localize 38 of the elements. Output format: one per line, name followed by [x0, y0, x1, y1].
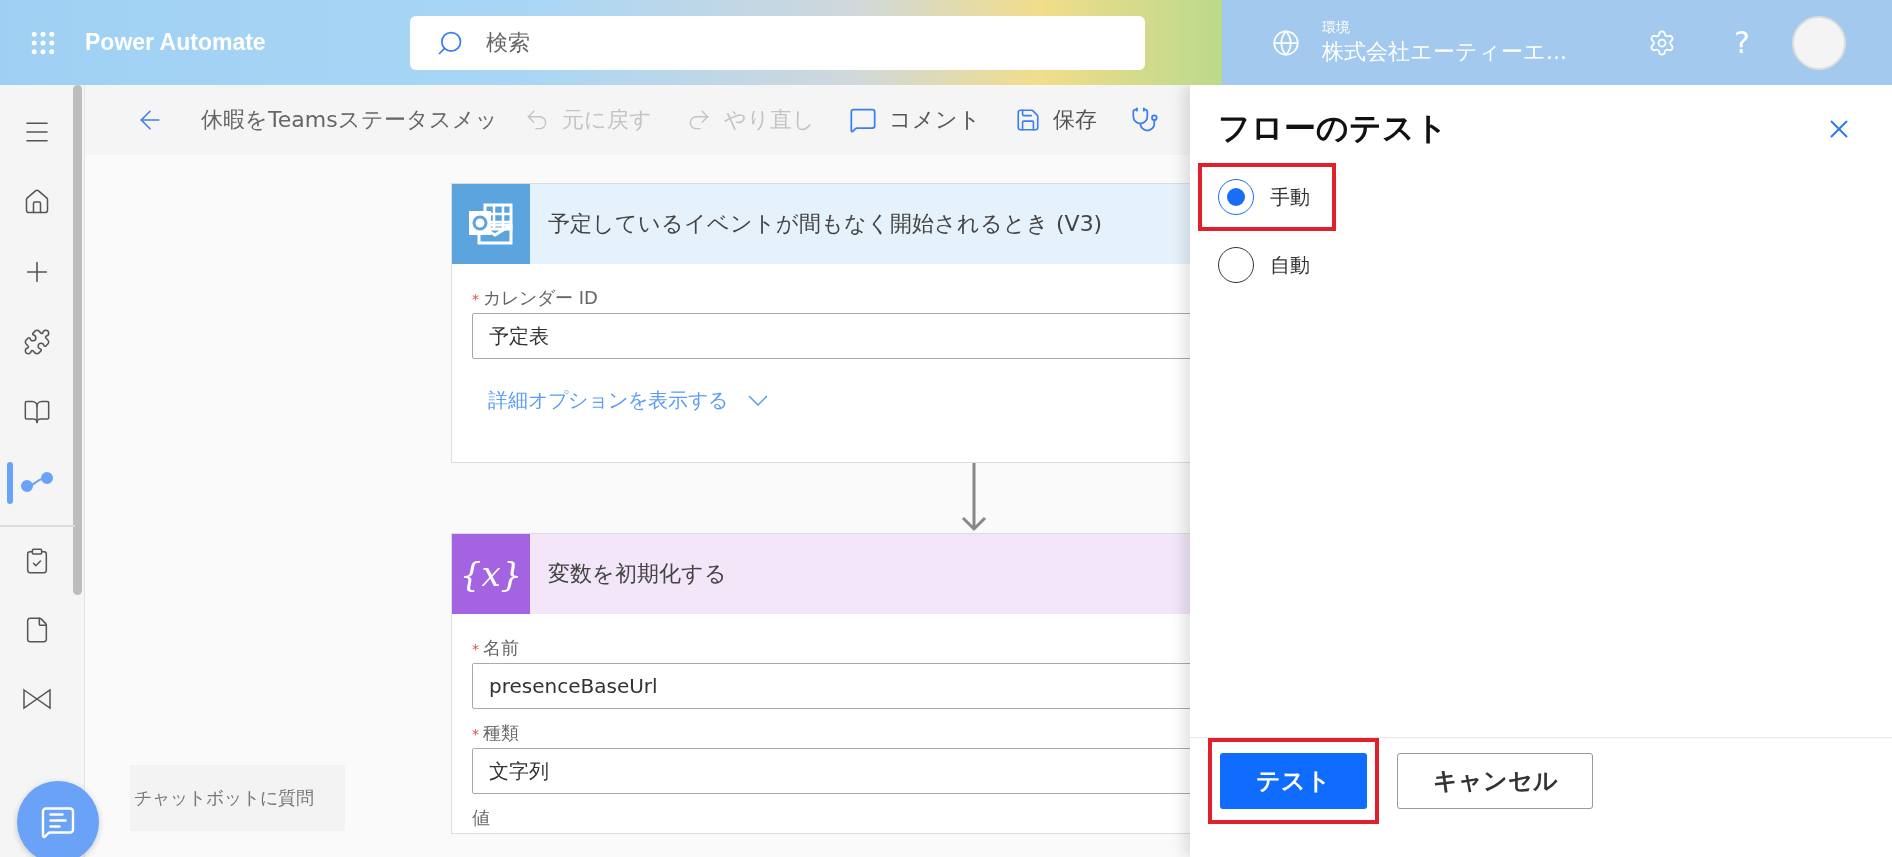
puzzle-icon [23, 328, 51, 356]
field-label: * カレンダー ID [472, 286, 599, 310]
connector-arrow [961, 463, 987, 533]
mail-calendar-icon [467, 201, 515, 247]
chatbot-prompt[interactable]: チャットボットに質問 [130, 765, 345, 831]
panel-title: フローのテスト [1218, 108, 1448, 149]
settings-icon[interactable] [1648, 28, 1676, 57]
app-name: Power Automate [85, 29, 266, 56]
comment-button[interactable]: コメント [840, 105, 989, 135]
scrollbar[interactable] [73, 85, 82, 595]
globe-icon[interactable] [1272, 28, 1300, 57]
comment-icon [848, 106, 877, 134]
radio-option[interactable]: 手動 [1202, 169, 1332, 225]
card-title: 変数を初期化する [548, 560, 727, 588]
test-button[interactable]: テスト [1220, 753, 1367, 809]
flow-name: 休暇をTeamsステータスメッ [201, 106, 498, 134]
book-icon [23, 398, 51, 426]
input-field[interactable]: 予定表 [472, 313, 1190, 359]
search-field[interactable]: 検索 [410, 15, 1145, 70]
chat-question-icon [40, 804, 76, 840]
chatbot-button[interactable] [17, 781, 99, 857]
field-label: * 名前 [472, 636, 520, 660]
input-field[interactable]: presenceBaseUrl [472, 663, 1190, 709]
home-icon [23, 188, 51, 216]
field-label: * 種類 [472, 721, 520, 745]
field-label: 値 [472, 806, 491, 830]
card-title: 予定しているイベントが間もなく開始されるとき (V3) [548, 210, 1103, 238]
variable-icon: {x} [459, 554, 523, 594]
bowtie-icon [22, 688, 52, 712]
cancel-button[interactable]: キャンセル [1397, 753, 1593, 809]
save-icon [1014, 107, 1041, 133]
save-button[interactable]: 保存 [1006, 105, 1105, 135]
flow-icon [21, 472, 53, 492]
radio-option[interactable]: 自動 [1202, 237, 1332, 293]
chevron-down-icon [748, 395, 768, 406]
stethoscope-icon [1130, 106, 1159, 134]
environment-label: 環境 [1322, 18, 1351, 37]
input-field[interactable]: 文字列 [472, 748, 1190, 794]
